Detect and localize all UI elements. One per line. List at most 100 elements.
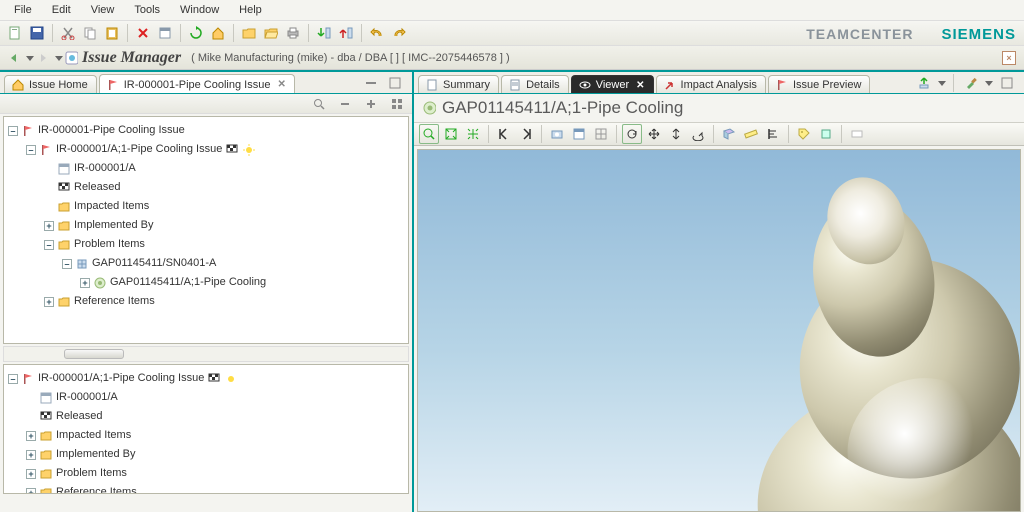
folder-open-icon[interactable] xyxy=(261,23,281,43)
expander-icon[interactable]: + xyxy=(26,488,36,495)
undo-icon[interactable] xyxy=(367,23,387,43)
zoom-icon[interactable] xyxy=(666,124,686,144)
last-icon[interactable] xyxy=(516,124,536,144)
checkin-icon[interactable] xyxy=(314,23,334,43)
expander-icon[interactable]: – xyxy=(8,374,18,384)
back-dropdown-icon[interactable] xyxy=(25,53,35,63)
tree-node[interactable]: Impacted Items xyxy=(74,198,149,215)
tree-node[interactable]: IR-000001/A;1-Pipe Cooling Issue xyxy=(56,141,222,158)
tab-summary[interactable]: Summary xyxy=(418,75,499,93)
save-icon[interactable] xyxy=(27,23,47,43)
delete-icon[interactable] xyxy=(133,23,153,43)
fit-icon[interactable] xyxy=(441,124,461,144)
tree-node[interactable]: Released xyxy=(56,408,102,425)
tab-viewer[interactable]: Viewer ✕ xyxy=(571,75,654,93)
grid-icon[interactable] xyxy=(591,124,611,144)
folder-icon xyxy=(39,486,53,495)
expander-icon[interactable]: + xyxy=(44,221,54,231)
tab-issue-home[interactable]: Issue Home xyxy=(4,75,97,93)
maximize-icon[interactable] xyxy=(385,73,405,93)
show-all-icon[interactable] xyxy=(387,94,407,114)
expander-icon[interactable]: + xyxy=(26,450,36,460)
tree-node[interactable]: Reference Items xyxy=(74,293,155,310)
tab-menu-icon[interactable] xyxy=(361,73,381,93)
brush-icon[interactable] xyxy=(961,73,981,93)
forward-icon[interactable] xyxy=(36,51,50,65)
first-icon[interactable] xyxy=(494,124,514,144)
tree-node[interactable]: Problem Items xyxy=(56,465,127,482)
close-icon[interactable]: ✕ xyxy=(636,80,644,91)
back-icon[interactable] xyxy=(7,51,21,65)
paste-icon[interactable] xyxy=(102,23,122,43)
tree-node[interactable]: Implemented By xyxy=(56,446,135,463)
menu-edit[interactable]: Edit xyxy=(42,2,81,18)
tree-node[interactable]: Impacted Items xyxy=(56,427,131,444)
tree-node[interactable]: Problem Items xyxy=(74,236,145,253)
empty-slot-icon[interactable] xyxy=(847,124,867,144)
tree-node[interactable]: Reference Items xyxy=(56,484,137,494)
checkout-icon[interactable] xyxy=(336,23,356,43)
menu-view[interactable]: View xyxy=(81,2,125,18)
home-icon[interactable] xyxy=(208,23,228,43)
window-icon[interactable] xyxy=(569,124,589,144)
menu-dropdown-icon[interactable] xyxy=(984,78,994,88)
refresh-icon[interactable] xyxy=(186,23,206,43)
tree-node-root[interactable]: IR-000001-Pipe Cooling Issue xyxy=(38,122,185,139)
expander-icon[interactable]: – xyxy=(8,126,18,136)
expander-icon[interactable]: + xyxy=(44,297,54,307)
print-icon[interactable] xyxy=(283,23,303,43)
tree-node-root[interactable]: IR-000001/A;1-Pipe Cooling Issue xyxy=(38,370,204,387)
markup-icon[interactable] xyxy=(816,124,836,144)
menu-dropdown-icon[interactable] xyxy=(937,78,947,88)
tree-node[interactable]: IR-000001/A xyxy=(56,389,118,406)
copy-icon[interactable] xyxy=(80,23,100,43)
menu-window[interactable]: Window xyxy=(170,2,229,18)
expander-icon[interactable]: – xyxy=(26,145,36,155)
3d-viewport[interactable] xyxy=(417,149,1021,512)
redo-icon[interactable] xyxy=(389,23,409,43)
props-icon[interactable] xyxy=(155,23,175,43)
scrollbar-horizontal[interactable] xyxy=(3,346,409,362)
search-icon[interactable] xyxy=(309,94,329,114)
tag-icon[interactable] xyxy=(794,124,814,144)
zoom-area-icon[interactable] xyxy=(419,124,439,144)
measure-icon[interactable] xyxy=(741,124,761,144)
fit-all-icon[interactable] xyxy=(463,124,483,144)
tree-node[interactable]: Released xyxy=(74,179,120,196)
tree-node[interactable]: Implemented By xyxy=(74,217,153,234)
cut-icon[interactable] xyxy=(58,23,78,43)
expander-icon[interactable]: + xyxy=(80,278,90,288)
capture-icon[interactable] xyxy=(547,124,567,144)
menu-tools[interactable]: Tools xyxy=(124,2,170,18)
tab-issue-preview[interactable]: Issue Preview xyxy=(768,75,870,93)
rotate-icon[interactable] xyxy=(622,124,642,144)
maximize-icon[interactable] xyxy=(997,73,1017,93)
folder-icon[interactable] xyxy=(239,23,259,43)
expander-icon[interactable]: + xyxy=(26,431,36,441)
close-perspective-icon[interactable]: × xyxy=(1002,51,1016,65)
tab-impact-analysis[interactable]: Impact Analysis xyxy=(656,75,766,93)
menu-help[interactable]: Help xyxy=(229,2,272,18)
tree-node[interactable]: IR-000001/A xyxy=(74,160,136,177)
tree-top[interactable]: – IR-000001-Pipe Cooling Issue – IR-0000… xyxy=(3,116,409,344)
tree-node[interactable]: GAP01145411/A;1-Pipe Cooling xyxy=(110,274,266,291)
tab-issue-ir000001[interactable]: IR-000001-Pipe Cooling Issue ✕ xyxy=(99,74,295,93)
close-icon[interactable]: ✕ xyxy=(277,79,285,90)
pan-icon[interactable] xyxy=(644,124,664,144)
collapse-icon[interactable] xyxy=(335,94,355,114)
expander-icon[interactable]: – xyxy=(44,240,54,250)
tree-bottom[interactable]: – IR-000001/A;1-Pipe Cooling Issue IR-00… xyxy=(3,364,409,494)
forward-dropdown-icon[interactable] xyxy=(54,53,64,63)
expander-icon[interactable]: + xyxy=(26,469,36,479)
export-icon[interactable] xyxy=(914,73,934,93)
tab-details[interactable]: Details xyxy=(501,75,569,93)
spin-icon[interactable] xyxy=(688,124,708,144)
viewer-title: GAP01145411/A;1-Pipe Cooling xyxy=(442,98,683,118)
expand-icon[interactable] xyxy=(361,94,381,114)
new-doc-icon[interactable] xyxy=(5,23,25,43)
menu-file[interactable]: File xyxy=(4,2,42,18)
align-icon[interactable] xyxy=(763,124,783,144)
section-icon[interactable] xyxy=(719,124,739,144)
tree-node[interactable]: GAP01145411/SN0401-A xyxy=(92,255,216,272)
expander-icon[interactable]: – xyxy=(62,259,72,269)
